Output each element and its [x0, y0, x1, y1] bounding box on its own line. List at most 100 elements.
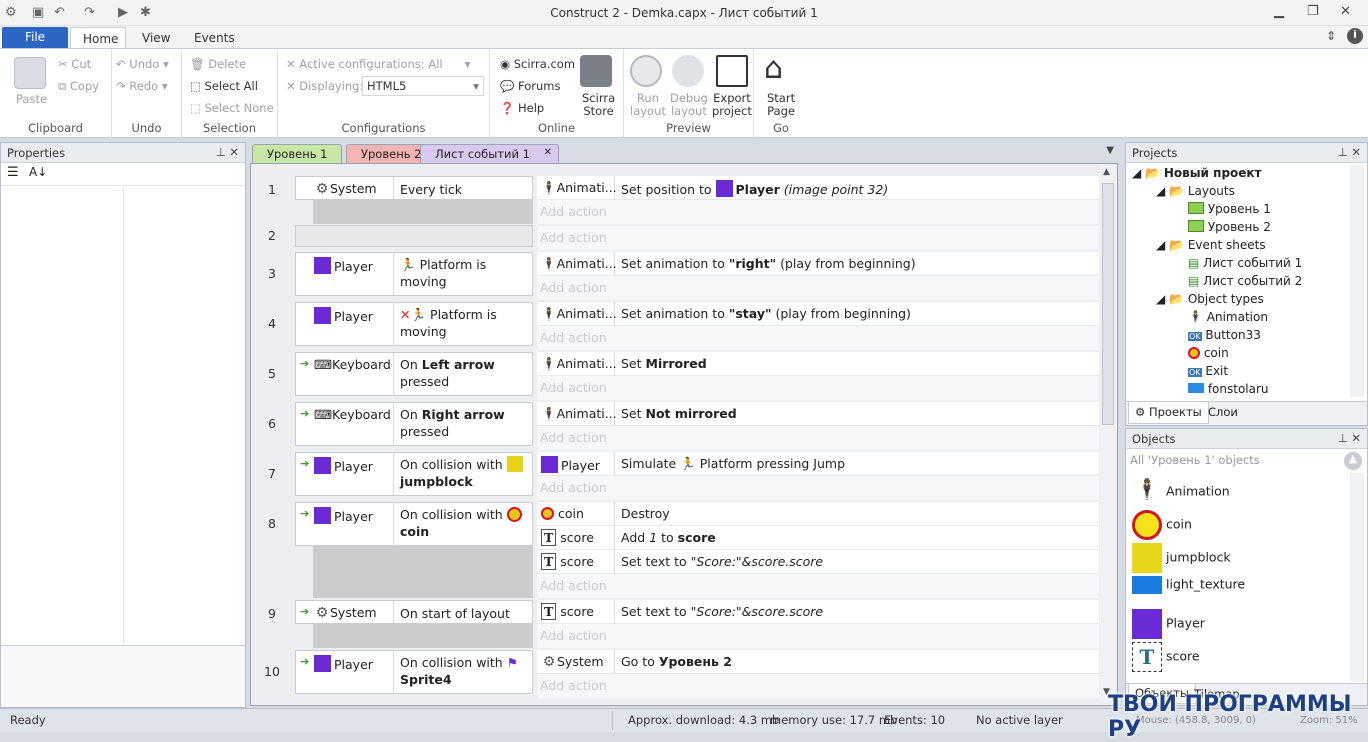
object-light-texture[interactable]: light_texture [1132, 576, 1245, 594]
add-action-link[interactable]: Add action [537, 674, 1099, 698]
object-jumpblock[interactable]: jumpblock [1132, 543, 1231, 573]
scirra-store-button[interactable]: Scirra Store [582, 92, 615, 118]
event-row[interactable]: 7 ➔ Player On collision with jumpblock P… [251, 450, 1101, 500]
tree-type-coin[interactable]: coin [1188, 346, 1229, 360]
condition[interactable]: ➔ Player On collision with jumpblock [295, 452, 533, 496]
action[interactable]: coin Destroy [537, 502, 1099, 526]
event-row[interactable]: 2 Add action [251, 224, 1101, 250]
tree-event-sheets-folder[interactable]: ◢ 📂 Event sheets [1156, 238, 1266, 252]
displaying-select[interactable]: HTML5 ▾ [362, 76, 484, 96]
action[interactable]: Player Simulate 🏃 Platform pressing Jump [537, 452, 1099, 476]
tree-type-fonstolaru[interactable]: fonstolaru [1188, 382, 1269, 396]
event-row[interactable]: 4 Player ✕🏃 Platform is moving 🕴Animati.… [251, 300, 1101, 350]
tree-layout-2[interactable]: Уровень 2 [1188, 220, 1271, 234]
event-sheet-scrollbar[interactable]: ▲ ▼ [1100, 165, 1116, 703]
action[interactable]: T score Set text to "Score:"&score.score [537, 600, 1099, 624]
condition[interactable]: Player 🏃 Platform is moving [295, 252, 533, 296]
tab-file[interactable]: File [2, 27, 68, 48]
objects-filter[interactable]: All 'Уровень 1' objects [1130, 453, 1260, 467]
select-none-button[interactable]: ⬚ Select None [190, 101, 274, 115]
tree-type-button33[interactable]: OK Button33 [1188, 328, 1261, 342]
categorized-icon[interactable]: ☰ [7, 165, 19, 180]
tree-project-root[interactable]: ◢ 📂 Новый проект [1132, 166, 1262, 180]
export-project-button[interactable]: Export project [712, 92, 752, 118]
condition[interactable]: ⚙ System Every tick [295, 176, 533, 200]
doc-tab-event-sheet-1[interactable]: Лист событий 1 ✕ [420, 144, 559, 163]
action[interactable]: 🕴Animati... Set position to Player (imag… [537, 176, 1099, 200]
scroll-up-icon[interactable]: ▲ [1103, 167, 1110, 177]
help-info-icon[interactable]: i [1347, 28, 1363, 44]
help-link[interactable]: ❓ Help [500, 101, 544, 115]
tree-event-sheet-2[interactable]: ▤ Лист событий 2 [1188, 274, 1302, 288]
copy-button[interactable]: ⧉ Copy [58, 79, 99, 94]
start-page-button[interactable]: Start Page [767, 92, 795, 118]
condition-empty[interactable] [295, 225, 533, 247]
cut-button[interactable]: ✂ Cut [58, 57, 91, 71]
add-action-link[interactable]: Add action [537, 226, 1099, 250]
action[interactable]: 🕴Animati... Set Not mirrored [537, 402, 1099, 426]
doc-tab-level-1[interactable]: Уровень 1 [252, 144, 343, 163]
panel-pin-close-icon[interactable]: ⊥ ✕ [1338, 145, 1361, 159]
condition[interactable]: ➔ Player On collision with coin [295, 502, 533, 546]
active-configurations-dropdown[interactable]: ✕ Active configurations: All ▾ [286, 57, 470, 71]
object-score[interactable]: Tscore [1132, 642, 1200, 672]
action[interactable]: 🕴Animati... Set animation to "right" (pl… [537, 252, 1099, 276]
add-action-link[interactable]: Add action [537, 574, 1099, 598]
panel-pin-close-icon[interactable]: ⊥ ✕ [1338, 431, 1361, 445]
ribbon-collapse-icon[interactable]: ⇕ [1326, 29, 1336, 43]
projects-scrollbar[interactable] [1350, 165, 1364, 397]
action[interactable]: ⚙ System Go to Уровень 2 [537, 650, 1099, 674]
paste-button[interactable]: Paste [16, 92, 47, 106]
object-coin[interactable]: coin [1132, 510, 1192, 540]
sort-az-icon[interactable]: A↓ [29, 165, 47, 179]
tab-events[interactable]: Events [182, 27, 247, 48]
select-all-button[interactable]: ⬚ Select All [190, 79, 258, 93]
add-action-link[interactable]: Add action [537, 276, 1099, 300]
action[interactable]: T score Add 1 to score [537, 526, 1099, 550]
add-action-link[interactable]: Add action [537, 200, 1099, 224]
tree-layouts-folder[interactable]: ◢ 📂 Layouts [1156, 184, 1235, 198]
scrollbar-thumb[interactable] [1102, 183, 1114, 425]
tree-type-animation[interactable]: 🕴 Animation [1188, 310, 1268, 324]
panel-pin-close-icon[interactable]: ⊥ ✕ [216, 145, 239, 159]
object-player[interactable]: Player [1132, 609, 1205, 639]
objects-scrollbar[interactable] [1350, 473, 1364, 681]
event-row[interactable]: 6 ➔ ⌨Keyboard On Right arrow pressed 🕴Ani… [251, 400, 1101, 450]
condition[interactable]: ➔ ⚙ System On start of layout [295, 600, 533, 624]
add-action-link[interactable]: Add action [537, 376, 1099, 400]
minimize-icon[interactable]: ▁ [1274, 4, 1284, 19]
tab-view[interactable]: View [130, 27, 182, 48]
redo-button[interactable]: ↷ Redo ▾ [116, 79, 168, 93]
debug-layout-button[interactable]: Debug layout [670, 92, 708, 118]
event-row[interactable]: 10 ➔ Player On collision with ⚑ Sprite4 ⚙… [251, 648, 1101, 698]
tab-projects[interactable]: ⚙ Проекты [1128, 402, 1209, 424]
condition[interactable]: ➔ ⌨Keyboard On Right arrow pressed [295, 402, 533, 446]
condition[interactable]: ➔ Player On collision with ⚑ Sprite4 [295, 650, 533, 694]
event-row[interactable]: 9 ➔ ⚙ System On start of layout T score S… [251, 598, 1101, 648]
event-row[interactable]: 1 ⚙ System Every tick 🕴Animati... Set pos… [251, 174, 1101, 224]
scirra-link[interactable]: ◉ Scirra.com [500, 57, 575, 71]
action[interactable]: 🕴Animati... Set Mirrored [537, 352, 1099, 376]
tree-type-exit[interactable]: OK Exit [1188, 364, 1228, 378]
tabs-dropdown-icon[interactable]: ▼ [1106, 145, 1114, 156]
action[interactable]: 🕴Animati... Set animation to "stay" (pla… [537, 302, 1099, 326]
tree-layout-1[interactable]: Уровень 1 [1188, 202, 1271, 216]
close-icon[interactable]: ✕ [1340, 4, 1351, 19]
action[interactable]: T score Set text to "Score:"&score.score [537, 550, 1099, 574]
forums-link[interactable]: 💬 Forums [500, 79, 560, 93]
add-action-link[interactable]: Add action [537, 476, 1099, 500]
objects-up-icon[interactable]: ▲ [1344, 452, 1362, 470]
condition[interactable]: ➔ ⌨Keyboard On Left arrow pressed [295, 352, 533, 396]
add-action-link[interactable]: Add action [537, 426, 1099, 450]
condition[interactable]: Player ✕🏃 Platform is moving [295, 302, 533, 346]
undo-button[interactable]: ↶ Undo ▾ [116, 57, 169, 71]
maximize-icon[interactable]: ❐ [1307, 4, 1319, 19]
event-row[interactable]: 8 ➔ Player On collision with coin coin D… [251, 500, 1101, 598]
tab-home[interactable]: Home [70, 27, 126, 48]
delete-button[interactable]: 🗑 Delete [190, 57, 246, 71]
tab-layers[interactable]: Слои [1208, 405, 1238, 419]
tree-event-sheet-1[interactable]: ▤ Лист событий 1 [1188, 256, 1302, 270]
run-layout-button[interactable]: Run layout [630, 92, 666, 118]
object-animation[interactable]: 🕴 Animation [1132, 477, 1230, 507]
add-action-link[interactable]: Add action [537, 624, 1099, 648]
